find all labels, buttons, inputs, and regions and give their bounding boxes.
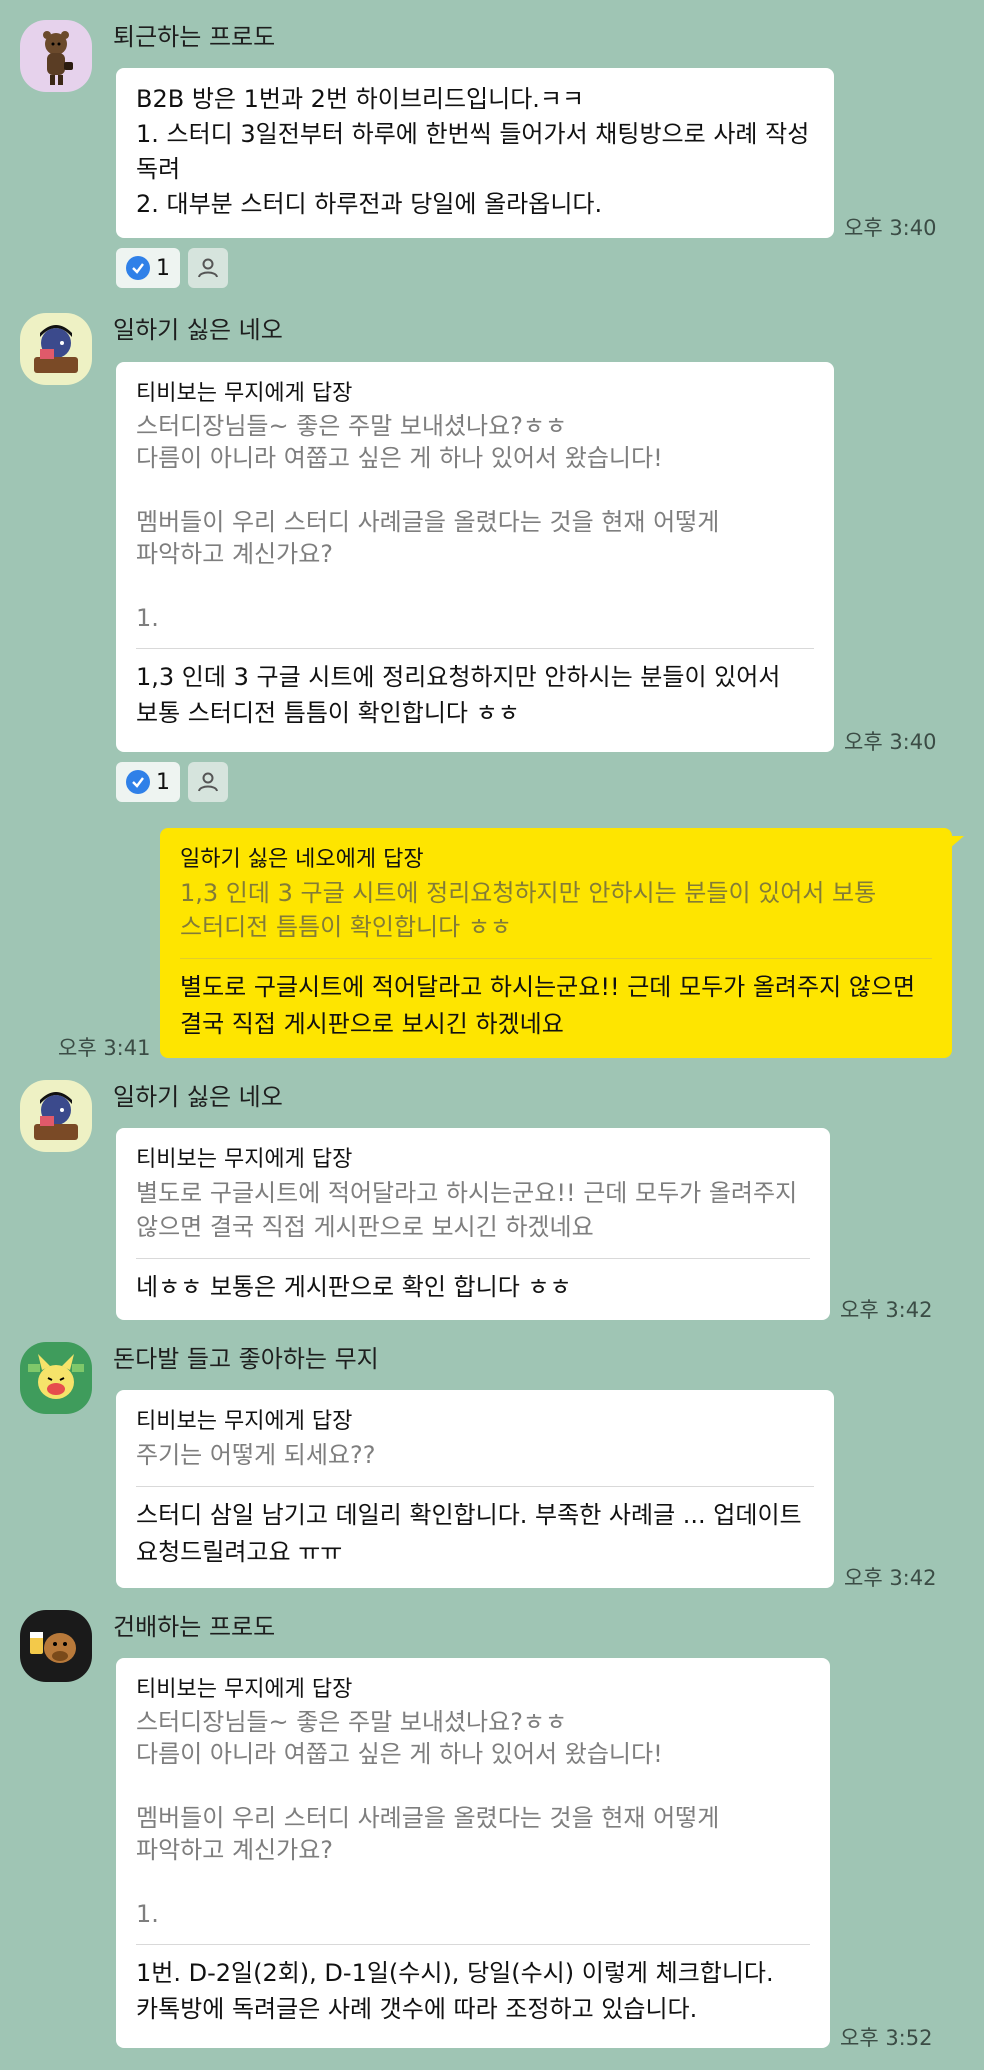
- my-message-bubble[interactable]: 일하기 싫은 네오에게 답장 1,3 인데 3 구글 시트에 정리요청하지만 안…: [160, 828, 964, 1058]
- reaction-count: 1: [156, 255, 170, 281]
- sender-name: 돈다발 들고 좋아하는 무지: [113, 1345, 379, 1373]
- neo-laptop-character-icon: [34, 325, 78, 373]
- message-time: 오후 3:41: [58, 1036, 151, 1060]
- sender-name: 일하기 싫은 네오: [113, 316, 283, 344]
- add-reaction-button[interactable]: [188, 248, 228, 288]
- message-time: 오후 3:52: [840, 2026, 933, 2050]
- bear-character-icon: [43, 31, 73, 85]
- divider: [136, 1944, 810, 1945]
- divider: [136, 1486, 814, 1487]
- check-icon: [126, 770, 150, 794]
- reply-quote: 별도로 구글시트에 적어달라고 하시는군요!! 근데 모두가 올려주지 않으면 …: [136, 1179, 805, 1241]
- reply-header: 티비보는 무지에게 답장: [136, 1409, 353, 1434]
- person-icon: [198, 772, 218, 792]
- avatar[interactable]: [20, 1342, 92, 1414]
- person-icon: [198, 258, 218, 278]
- reaction-count: 1: [156, 769, 170, 795]
- reply-quote: 스터디장님들~ 좋은 주말 보내셨나요?ㅎㅎ 다름이 아니라 여쭙고 싶은 게 …: [136, 1708, 720, 1928]
- divider: [136, 648, 814, 649]
- reply-quote: 스터디장님들~ 좋은 주말 보내셨나요?ㅎㅎ 다름이 아니라 여쭙고 싶은 게 …: [136, 412, 720, 632]
- reply-header: 티비보는 무지에게 답장: [136, 1677, 353, 1702]
- message-text: 1번. D-2일(2회), D-1일(수시), 당일(수시) 이렇게 체크합니다…: [136, 1959, 782, 2023]
- reaction-bar: 1: [116, 248, 228, 288]
- avatar[interactable]: [20, 20, 92, 92]
- sender-name: 일하기 싫은 네오: [113, 1083, 283, 1111]
- avatar[interactable]: [20, 1610, 92, 1682]
- neo-laptop-character-icon: [34, 1092, 78, 1140]
- message-time: 오후 3:42: [840, 1298, 933, 1322]
- message-text: 스터디 삼일 남기고 데일리 확인합니다. 부족한 사례글 ... 업데이트 요…: [136, 1501, 810, 1566]
- message-bubble[interactable]: 티비보는 무지에게 답장 별도로 구글시트에 적어달라고 하시는군요!! 근데 …: [116, 1128, 830, 1320]
- reply-header: 티비보는 무지에게 답장: [136, 381, 353, 406]
- message-text: 네ㅎㅎ 보통은 게시판으로 확인 합니다 ㅎㅎ: [136, 1273, 572, 1301]
- reply-quote: 1,3 인데 3 구글 시트에 정리요청하지만 안하시는 분들이 있어서 보통 …: [180, 879, 884, 941]
- message-text: 별도로 구글시트에 적어달라고 하시는군요!! 근데 모두가 올려주지 않으면 …: [180, 973, 923, 1038]
- message-time: 오후 3:42: [844, 1566, 937, 1590]
- divider: [136, 1258, 810, 1259]
- message-time: 오후 3:40: [844, 730, 937, 754]
- message-text: B2B 방은 1번과 2번 하이브리드입니다.ㅋㅋ 1. 스터디 3일전부터 하…: [136, 85, 810, 218]
- reaction-check[interactable]: 1: [116, 762, 180, 802]
- message-bubble[interactable]: 티비보는 무지에게 답장 주기는 어떻게 되세요?? 스터디 삼일 남기고 데일…: [116, 1390, 834, 1588]
- message-bubble[interactable]: 티비보는 무지에게 답장 스터디장님들~ 좋은 주말 보내셨나요?ㅎㅎ 다름이 …: [116, 1658, 830, 2048]
- reaction-check[interactable]: 1: [116, 248, 180, 288]
- message-bubble[interactable]: B2B 방은 1번과 2번 하이브리드입니다.ㅋㅋ 1. 스터디 3일전부터 하…: [116, 68, 834, 238]
- add-reaction-button[interactable]: [188, 762, 228, 802]
- reaction-bar: 1: [116, 762, 228, 802]
- message-text: 1,3 인데 3 구글 시트에 정리요청하지만 안하시는 분들이 있어서 보통 …: [136, 663, 789, 727]
- sender-name: 퇴근하는 프로도: [113, 23, 276, 51]
- avatar[interactable]: [20, 313, 92, 385]
- check-icon: [126, 256, 150, 280]
- muzi-money-character-icon: [28, 1354, 84, 1399]
- message-bubble[interactable]: 티비보는 무지에게 답장 스터디장님들~ 좋은 주말 보내셨나요?ㅎㅎ 다름이 …: [116, 362, 834, 752]
- reply-header: 일하기 싫은 네오에게 답장: [180, 847, 424, 872]
- avatar[interactable]: [20, 1080, 92, 1152]
- sender-name: 건배하는 프로도: [113, 1613, 276, 1641]
- divider: [180, 958, 932, 959]
- reply-header: 티비보는 무지에게 답장: [136, 1147, 353, 1172]
- bubble-tail: [950, 836, 964, 848]
- frodo-cheers-character-icon: [30, 1632, 76, 1663]
- reply-quote: 주기는 어떻게 되세요??: [136, 1441, 376, 1469]
- message-time: 오후 3:40: [844, 216, 937, 240]
